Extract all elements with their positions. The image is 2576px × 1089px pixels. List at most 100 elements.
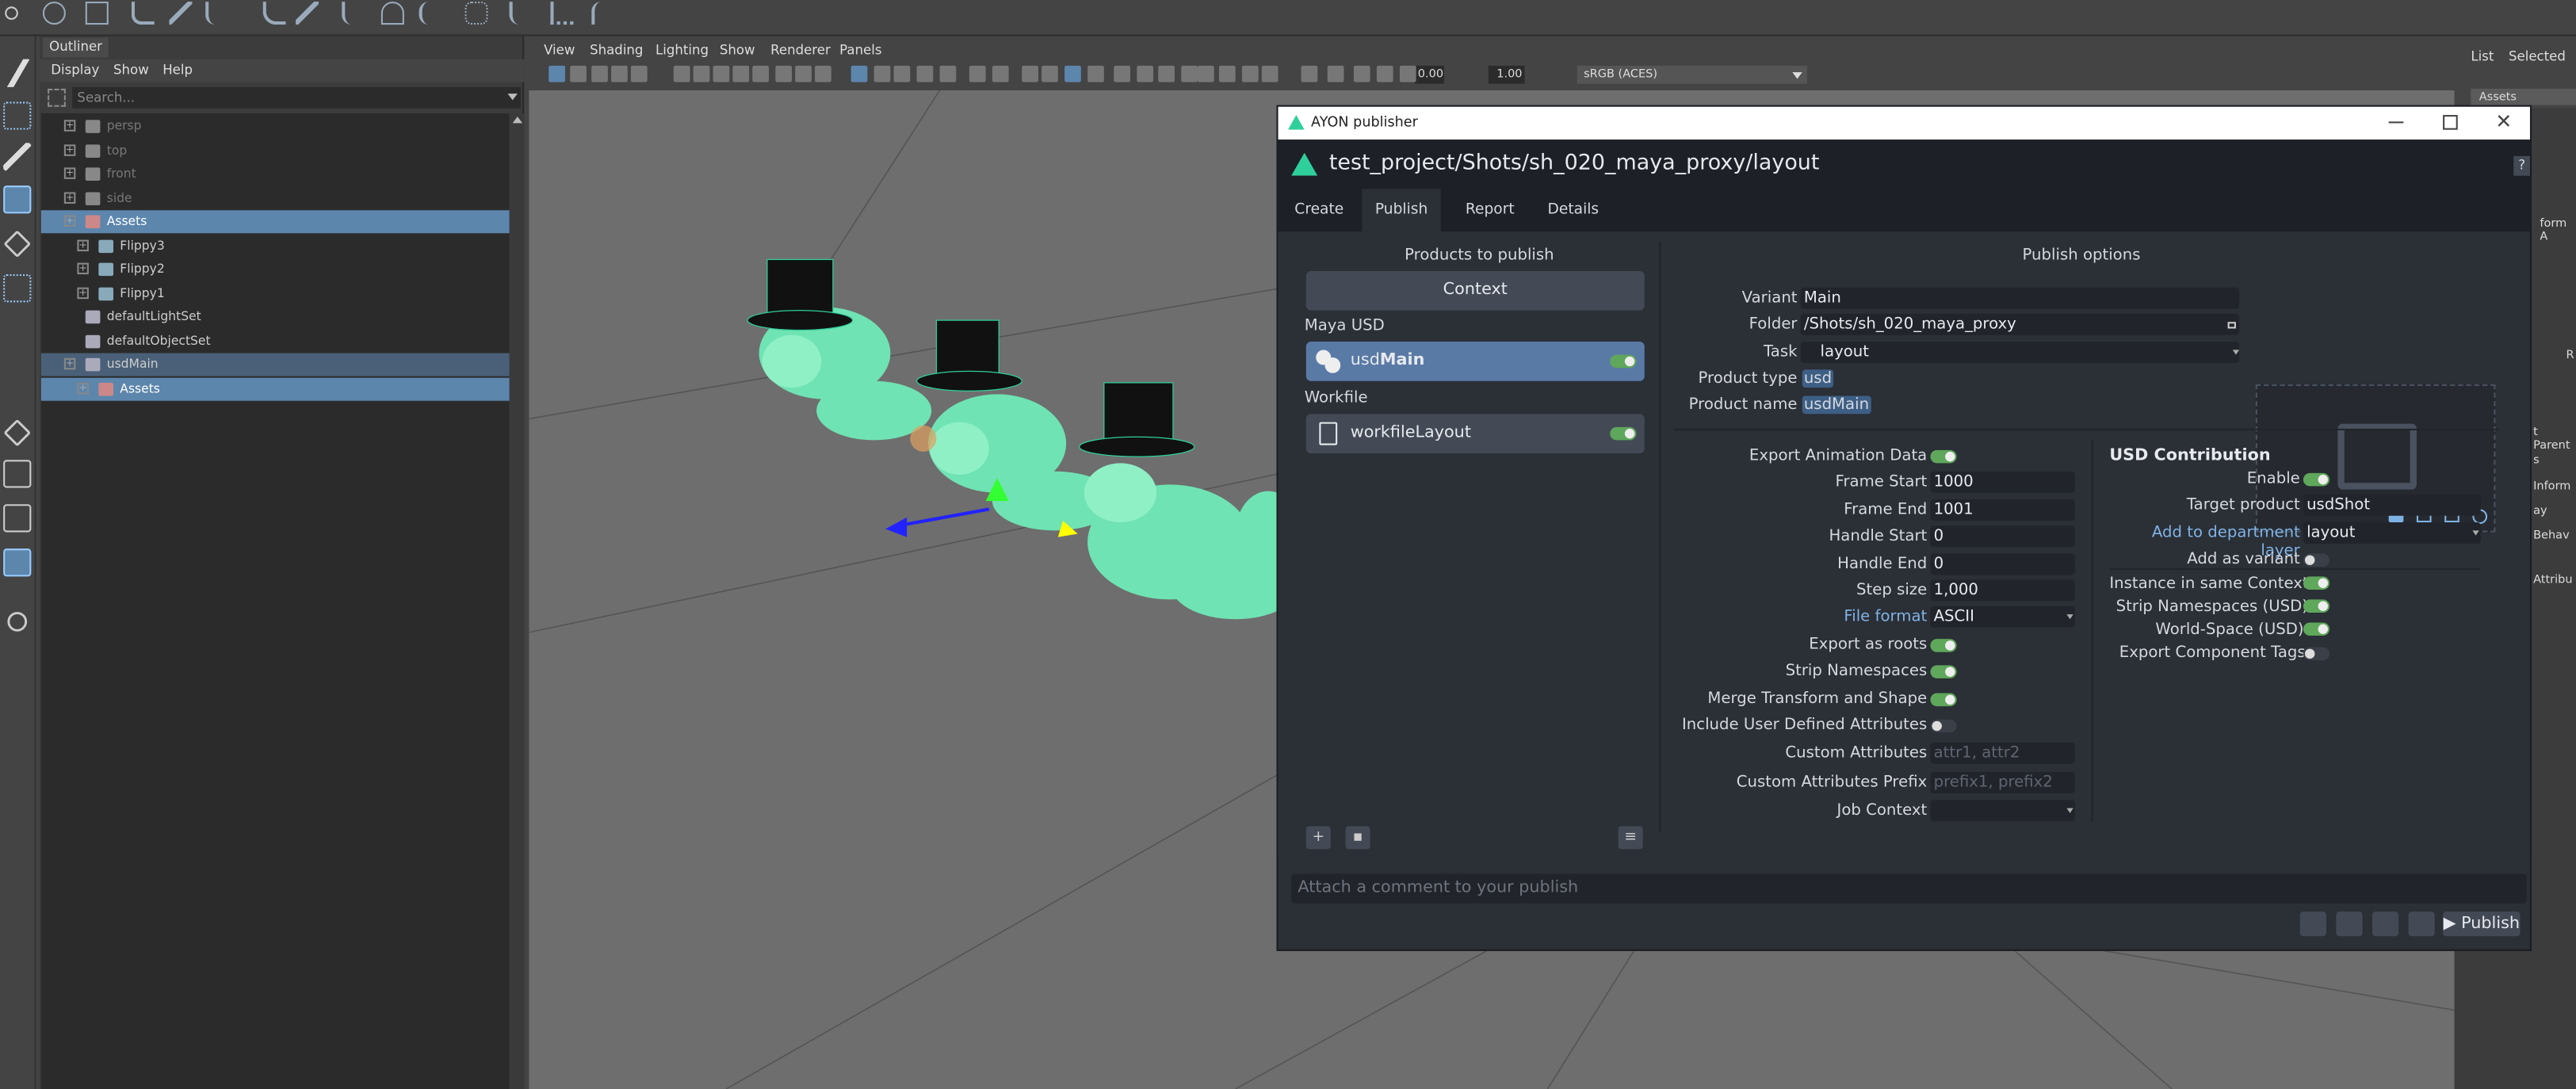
viewport-tool-icon[interactable] xyxy=(752,65,770,82)
chevron-down-icon[interactable] xyxy=(1792,72,1802,79)
save-icon[interactable] xyxy=(2299,911,2326,937)
gamma-field[interactable]: 1.00 xyxy=(1488,65,1525,84)
folder-browse-icon[interactable] xyxy=(2227,322,2236,329)
variant-input[interactable]: Main xyxy=(1800,287,2240,309)
product-toggle[interactable] xyxy=(1610,354,1637,369)
viewport-tool-icon[interactable] xyxy=(1181,65,1198,82)
outliner-scrollbar[interactable] xyxy=(510,113,525,1089)
viewport-tool-icon[interactable] xyxy=(630,65,648,82)
chevron-down-icon[interactable] xyxy=(2066,614,2073,621)
chevron-down-icon[interactable] xyxy=(507,94,518,101)
viewport-tool-icon[interactable] xyxy=(673,65,690,82)
menu-show[interactable]: Show xyxy=(113,63,149,78)
chevron-down-icon[interactable] xyxy=(2472,530,2479,536)
help-button[interactable]: ? xyxy=(2513,155,2530,176)
hook-icon[interactable] xyxy=(509,2,533,25)
radio-icon[interactable] xyxy=(5,6,18,20)
attr-input[interactable]: 1000 xyxy=(1930,472,2075,494)
add-as-variant-toggle[interactable] xyxy=(2303,553,2330,567)
attr-input[interactable]: 1,000 xyxy=(1930,579,2075,602)
viewport-tool-icon[interactable] xyxy=(548,65,566,82)
tab-create[interactable]: Create xyxy=(1282,189,1357,231)
lasso-tool-icon[interactable] xyxy=(3,101,32,130)
viewport-tool-icon[interactable] xyxy=(1087,65,1104,82)
product-usdmain[interactable]: usdMain xyxy=(1305,342,1645,381)
attr-toggle[interactable] xyxy=(1930,692,1957,706)
add-product-button[interactable]: + xyxy=(1305,826,1331,850)
attr-toggle[interactable] xyxy=(1930,638,1957,652)
viewport-tool-icon[interactable] xyxy=(850,65,868,82)
move-tool-icon[interactable] xyxy=(3,185,32,214)
tab-list[interactable]: List xyxy=(2471,49,2494,64)
viewport-tool-icon[interactable] xyxy=(693,65,710,82)
tab-report[interactable]: Report xyxy=(1452,189,1527,231)
expand-icon[interactable]: + xyxy=(77,381,89,394)
outliner-tab[interactable]: Outliner xyxy=(42,37,109,58)
publish-button[interactable]: ▶ Publish xyxy=(2443,911,2521,937)
attr-input[interactable]: 0 xyxy=(1930,525,2075,548)
viewport-tool-icon[interactable] xyxy=(570,65,587,82)
viewport-tool-icon[interactable] xyxy=(775,65,793,82)
spiral-icon[interactable] xyxy=(464,2,488,25)
expand-icon[interactable]: + xyxy=(63,120,76,132)
world-space-toggle[interactable] xyxy=(2303,622,2330,636)
title-bar[interactable]: AYON publisher ✕ xyxy=(1278,106,2530,140)
bend-icon[interactable] xyxy=(419,2,442,25)
attr-input[interactable]: prefix1, prefix2 xyxy=(1930,771,2075,793)
department-layer-select[interactable]: layout xyxy=(2303,522,2481,544)
outliner-row[interactable]: + top xyxy=(41,139,510,162)
task-select[interactable]: layout xyxy=(1800,342,2240,364)
viewport-tool-icon[interactable] xyxy=(873,65,891,82)
product-workfilelayout[interactable]: workfileLayout xyxy=(1305,414,1645,453)
viewport-tool-icon[interactable] xyxy=(591,65,608,82)
comment-input[interactable]: Attach a comment to your publish xyxy=(1291,873,2527,904)
attr-toggle[interactable] xyxy=(1930,719,1957,733)
menu-renderer[interactable]: Renderer xyxy=(770,43,831,58)
viewport-tool-icon[interactable] xyxy=(1114,65,1131,82)
menu-show[interactable]: Show xyxy=(720,43,755,58)
enable-toggle[interactable] xyxy=(2303,472,2330,487)
viewport-tool-icon[interactable] xyxy=(713,65,730,82)
viewport-tool-icon[interactable] xyxy=(611,65,628,82)
menu-view[interactable]: View xyxy=(544,43,575,58)
pen-icon[interactable] xyxy=(296,2,319,25)
expand-icon[interactable]: + xyxy=(63,167,76,179)
viewport-tool-icon[interactable] xyxy=(1353,65,1370,82)
viewport-tool-icon[interactable] xyxy=(1399,65,1416,82)
menu-display[interactable]: Display xyxy=(51,63,99,78)
layout-four-icon[interactable] xyxy=(3,460,32,488)
viewport-tool-icon[interactable] xyxy=(1241,65,1259,82)
arc-icon[interactable] xyxy=(262,2,286,25)
close-icon[interactable]: ✕ xyxy=(2495,110,2512,133)
curve-tool-icon[interactable] xyxy=(205,2,228,25)
menu-help[interactable]: Help xyxy=(162,63,193,78)
chevron-down-icon[interactable] xyxy=(2232,350,2240,355)
viewport-tool-icon[interactable] xyxy=(795,65,812,82)
bezier-icon[interactable] xyxy=(342,2,365,25)
select-tool-icon[interactable] xyxy=(3,59,32,87)
viewport-tool-icon[interactable] xyxy=(1041,65,1058,82)
tab-selected[interactable]: Selected xyxy=(2509,49,2566,64)
filter-icon[interactable] xyxy=(48,88,66,107)
attr-input[interactable]: 0 xyxy=(1930,552,2075,575)
arc-tool-icon[interactable] xyxy=(380,2,404,25)
viewport-tool-icon[interactable] xyxy=(1158,65,1175,82)
fillet-icon[interactable] xyxy=(591,2,614,25)
layout-outliner-icon[interactable] xyxy=(3,548,32,577)
maximize-icon[interactable] xyxy=(2443,115,2458,130)
attr-toggle[interactable] xyxy=(1930,665,1957,679)
exposure-field[interactable]: 0.00 xyxy=(1414,65,1444,84)
viewport-tool-icon[interactable] xyxy=(1197,65,1214,82)
stop-icon[interactable] xyxy=(2372,911,2399,937)
tab-publish[interactable]: Publish xyxy=(1362,189,1441,232)
outliner-row[interactable]: defaultObjectSet xyxy=(41,330,510,353)
viewport-tool-icon[interactable] xyxy=(1137,65,1154,82)
reset-icon[interactable] xyxy=(2336,911,2363,937)
minimize-icon[interactable] xyxy=(2388,121,2404,124)
paint-tool-icon[interactable] xyxy=(3,143,32,171)
outliner-row[interactable]: + side xyxy=(41,186,510,209)
viewport-tool-icon[interactable] xyxy=(939,65,957,82)
viewport-tool-icon[interactable] xyxy=(1064,65,1081,82)
viewport-tool-icon[interactable] xyxy=(992,65,1009,82)
outliner-row[interactable]: + usdMain xyxy=(40,353,510,376)
